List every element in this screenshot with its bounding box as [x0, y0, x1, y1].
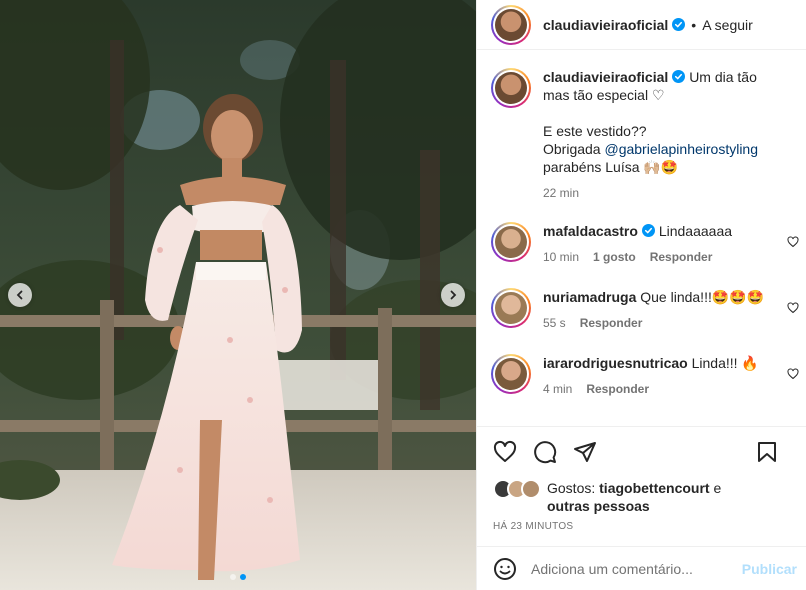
comment-composer: Publicar: [477, 546, 806, 590]
carousel-indicator: [0, 574, 476, 580]
bookmark-icon: [758, 442, 776, 462]
like-button[interactable]: [493, 440, 517, 464]
caption-mention-link[interactable]: @gabrielapinheirostyling: [604, 141, 758, 157]
comment-text: Linda!!! 🔥: [691, 355, 759, 371]
comment-like-heart-icon[interactable]: [787, 236, 799, 248]
caption-line-3: Obrigada: [543, 141, 605, 157]
liker-username-link[interactable]: tiagobettencourt: [599, 480, 709, 496]
verified-badge-icon: [641, 224, 655, 237]
emoji-smiley-icon: [494, 557, 516, 580]
reply-button[interactable]: Responder: [586, 382, 649, 396]
reply-button[interactable]: Responder: [580, 316, 643, 330]
comment-username[interactable]: nuriamadruga: [543, 289, 636, 305]
carousel-next-button[interactable]: [441, 283, 465, 307]
reply-button[interactable]: Responder: [650, 250, 713, 264]
comment-item: iararodriguesnutricao Linda!!! 🔥 4 min Re…: [491, 354, 783, 398]
comment-bubble-icon: [534, 441, 557, 464]
comment-button[interactable]: [533, 440, 557, 464]
comment-likes[interactable]: 1 gosto: [593, 250, 636, 264]
post-actions: Gostos: tiagobettencourt e outras pessoa…: [477, 426, 806, 532]
chevron-right-icon: [450, 290, 457, 300]
comment-text: Que linda!!!🤩🤩🤩: [640, 289, 765, 305]
post-dialog: claudiavieiraoficial • A seguir claudiav…: [0, 0, 806, 590]
comment-time[interactable]: 4 min: [543, 382, 572, 396]
likes-summary: Gostos: tiagobettencourt e outras pessoa…: [477, 479, 806, 515]
carousel-dot: [230, 574, 236, 580]
publish-button[interactable]: Publicar: [742, 561, 797, 577]
comment-like-heart-icon[interactable]: [787, 302, 799, 314]
comment-time[interactable]: 10 min: [543, 250, 579, 264]
caption-username[interactable]: claudiavieiraoficial: [543, 69, 668, 85]
caption-line-2: E este vestido??: [543, 123, 647, 139]
chevron-left-icon: [16, 290, 23, 300]
caption-avatar[interactable]: [491, 68, 531, 108]
comment-item: mafaldacastro Lindaaaaaa 10 min 1 gosto Re…: [491, 222, 783, 266]
others-likes-link[interactable]: outras pessoas: [547, 498, 650, 514]
carousel-prev-button[interactable]: [8, 283, 32, 307]
header-username[interactable]: claudiavieiraoficial: [543, 17, 668, 33]
post-side-panel: claudiavieiraoficial • A seguir claudiav…: [476, 0, 806, 590]
comment-avatar[interactable]: [491, 354, 531, 394]
liker-avatar[interactable]: [521, 479, 541, 499]
comment-username[interactable]: iararodriguesnutricao: [543, 355, 688, 371]
comment-item: nuriamadruga Que linda!!!🤩🤩🤩 55 s Respond…: [491, 288, 783, 332]
comment-input[interactable]: [531, 560, 721, 577]
caption-line-4: parabéns Luísa 🙌🏼🤩: [543, 159, 679, 175]
post-header: claudiavieiraoficial • A seguir: [477, 0, 806, 50]
liker-avatars: [493, 479, 545, 499]
caption: claudiavieiraoficial Um dia tão mas tão …: [491, 68, 783, 202]
emoji-button[interactable]: [493, 557, 517, 581]
post-timestamp[interactable]: HÁ 23 MINUTOS: [477, 521, 806, 532]
carousel-dot-active: [240, 574, 246, 580]
verified-badge-icon: [672, 18, 686, 31]
comment-avatar[interactable]: [491, 288, 531, 328]
comments-list[interactable]: claudiavieiraoficial Um dia tão mas tão …: [477, 50, 806, 426]
avatar[interactable]: [491, 4, 531, 45]
heart-icon: [493, 440, 517, 462]
comment-like-heart-icon[interactable]: [787, 368, 799, 380]
share-button[interactable]: [573, 440, 597, 464]
verified-badge-icon: [672, 70, 686, 83]
comment-text: Lindaaaaaa: [658, 223, 733, 239]
likes-prefix: Gostos:: [547, 480, 600, 496]
following-button[interactable]: A seguir: [702, 17, 753, 33]
caption-time[interactable]: 22 min: [543, 186, 579, 200]
likes-conjunction: e: [709, 480, 722, 496]
comment-avatar[interactable]: [491, 222, 531, 262]
comment-time[interactable]: 55 s: [543, 316, 566, 330]
send-paper-plane-icon: [574, 442, 596, 462]
post-media[interactable]: [0, 0, 476, 590]
separator-dot: •: [691, 16, 697, 33]
post-photo: [0, 0, 476, 590]
save-button[interactable]: [755, 440, 779, 464]
comment-username[interactable]: mafaldacastro: [543, 223, 638, 239]
